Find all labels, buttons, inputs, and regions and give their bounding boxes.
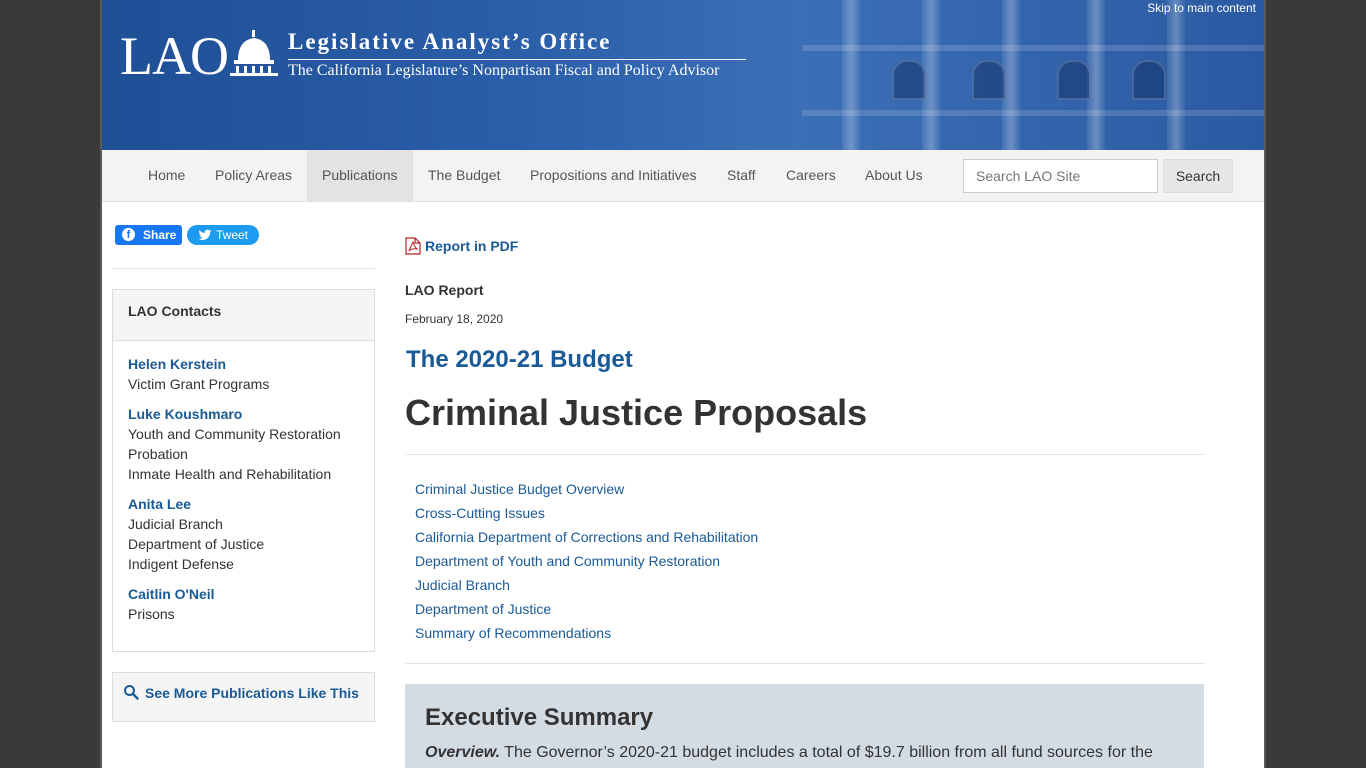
org-name: Legislative Analyst’s Office bbox=[288, 29, 612, 54]
nav-item-careers[interactable]: Careers bbox=[771, 150, 851, 201]
contacts-title: LAO Contacts bbox=[113, 290, 374, 341]
contact-name-luke-koushmaro[interactable]: Luke Koushmaro bbox=[128, 404, 359, 424]
title-divider bbox=[405, 454, 1205, 455]
summary-body: The Governor’s 2020-21 budget includes a… bbox=[500, 744, 1153, 761]
see-more-publications[interactable]: See More Publications Like This bbox=[112, 672, 375, 722]
nav-item-staff[interactable]: Staff bbox=[712, 150, 771, 201]
lao-contacts-panel: LAO Contacts Helen Kerstein Victim Grant… bbox=[112, 289, 375, 652]
nav-item-publications[interactable]: Publications bbox=[307, 150, 413, 201]
toc-link[interactable]: California Department of Corrections and… bbox=[415, 525, 758, 549]
nav-item-propositions[interactable]: Propositions and Initiatives bbox=[515, 150, 712, 201]
tweet-label: Tweet bbox=[216, 228, 249, 242]
capitol-dome-icon bbox=[230, 30, 278, 76]
summary-lead: Overview. bbox=[425, 744, 501, 761]
contact-role: Victim Grant Programs bbox=[128, 376, 270, 392]
toc-divider bbox=[405, 663, 1205, 664]
facebook-share-button[interactable]: f Share bbox=[115, 225, 182, 245]
skip-to-main-link[interactable]: Skip to main content bbox=[1147, 1, 1256, 15]
table-of-contents: Criminal Justice Budget Overview Cross-C… bbox=[415, 477, 758, 645]
contact-role: Youth and Community Restoration bbox=[128, 426, 341, 442]
page: Skip to main content LAO Legislative Ana… bbox=[100, 0, 1266, 768]
report-type: LAO Report bbox=[405, 282, 484, 298]
nav-item-the-budget[interactable]: The Budget bbox=[413, 150, 515, 201]
tweet-button[interactable]: Tweet bbox=[187, 225, 259, 245]
summary-paragraph: Overview. The Governor’s 2020-21 budget … bbox=[425, 744, 1153, 762]
logo-divider bbox=[288, 59, 746, 60]
twitter-icon bbox=[198, 229, 212, 241]
report-date: February 18, 2020 bbox=[405, 312, 504, 326]
main-nav: Home Policy Areas Publications The Budge… bbox=[102, 150, 1264, 202]
nav-item-policy-areas[interactable]: Policy Areas bbox=[200, 150, 307, 201]
search-input[interactable] bbox=[963, 159, 1158, 193]
contact-name-caitlin-oneil[interactable]: Caitlin O'Neil bbox=[128, 584, 359, 604]
search-button[interactable]: Search bbox=[1163, 159, 1233, 193]
contact-role: Indigent Defense bbox=[128, 556, 234, 572]
nav-item-about-us[interactable]: About Us bbox=[850, 150, 938, 201]
contact-item: Caitlin O'Neil Prisons bbox=[113, 584, 374, 624]
contact-item: Luke Koushmaro Youth and Community Resto… bbox=[113, 404, 374, 484]
contact-item: Helen Kerstein Victim Grant Programs bbox=[113, 354, 374, 394]
contact-name-helen-kerstein[interactable]: Helen Kerstein bbox=[128, 354, 359, 374]
site-banner: Skip to main content LAO Legislative Ana… bbox=[102, 0, 1264, 150]
pdf-link-label[interactable]: Report in PDF bbox=[425, 238, 518, 254]
org-tagline: The California Legislature’s Nonpartisan… bbox=[288, 62, 720, 79]
contact-role: Department of Justice bbox=[128, 536, 265, 552]
sidebar-divider bbox=[112, 268, 375, 269]
nav-item-home[interactable]: Home bbox=[133, 150, 200, 201]
lao-logo-text[interactable]: LAO bbox=[120, 26, 229, 86]
toc-link[interactable]: Criminal Justice Budget Overview bbox=[415, 477, 758, 501]
contact-role: Inmate Health and Rehabilitation bbox=[128, 466, 332, 482]
executive-summary: Executive Summary Overview. The Governor… bbox=[405, 684, 1204, 768]
facebook-icon: f bbox=[122, 228, 135, 241]
toc-link[interactable]: Department of Justice bbox=[415, 597, 758, 621]
contact-role: Prisons bbox=[128, 606, 175, 622]
contact-name-anita-lee[interactable]: Anita Lee bbox=[128, 494, 359, 514]
search-icon bbox=[124, 685, 139, 700]
report-series: The 2020-21 Budget bbox=[406, 346, 633, 373]
toc-link[interactable]: Judicial Branch bbox=[415, 573, 758, 597]
summary-heading: Executive Summary bbox=[425, 704, 654, 731]
toc-link[interactable]: Summary of Recommendations bbox=[415, 621, 758, 645]
toc-link[interactable]: Cross-Cutting Issues bbox=[415, 501, 758, 525]
share-label: Share bbox=[143, 228, 177, 242]
toc-link[interactable]: Department of Youth and Community Restor… bbox=[415, 549, 758, 573]
contact-item: Anita Lee Judicial Branch Department of … bbox=[113, 494, 374, 574]
contact-role: Probation bbox=[128, 446, 188, 462]
contact-role: Judicial Branch bbox=[128, 516, 223, 532]
see-more-label[interactable]: See More Publications Like This bbox=[145, 685, 359, 701]
pdf-icon bbox=[405, 237, 421, 255]
page-title: Criminal Justice Proposals bbox=[405, 392, 868, 433]
